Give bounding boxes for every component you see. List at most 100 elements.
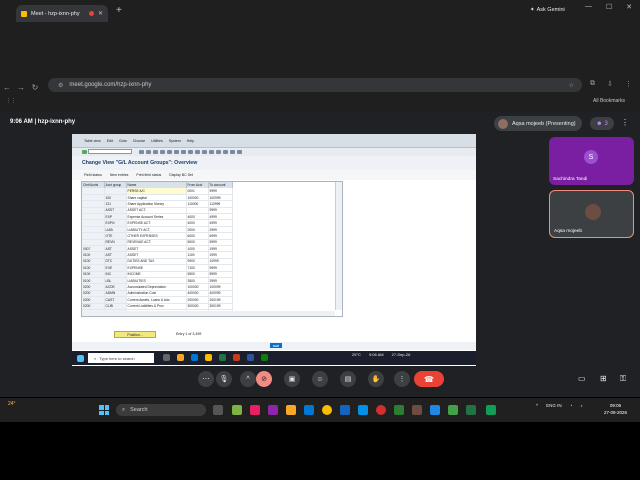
shortcut-icon[interactable] [223,150,228,154]
last-page-icon[interactable] [209,150,214,154]
tray-overflow-icon[interactable]: ^ [536,403,538,408]
new-session-icon[interactable] [216,150,221,154]
wifi-icon[interactable]: ◔ [570,403,573,408]
inner-search-box[interactable]: ⌕ Type here to search [88,353,154,363]
sap-app-button[interactable]: Display BC Set [169,173,193,177]
task-view-icon[interactable] [163,354,170,361]
save-icon[interactable] [139,150,144,154]
weather-widget[interactable]: 24° [8,401,16,407]
sap-command-field[interactable] [88,149,132,154]
task-view-icon[interactable] [213,405,223,415]
sap-menu-item[interactable]: Goto [119,139,127,143]
microphone-button[interactable]: 🎙 [216,371,232,387]
chrome-icon[interactable] [322,405,332,415]
layout-icon[interactable] [237,150,242,154]
app-icon[interactable] [394,405,404,415]
language-indicator[interactable]: ENG IN [546,403,562,408]
more-actions-button[interactable]: ⋮ [394,371,410,387]
copilot-icon[interactable] [250,405,260,415]
chat-icon[interactable]: ▭ [578,374,586,383]
enter-icon[interactable] [82,150,87,154]
participant-tile[interactable]: Aqsa mojeeb [549,190,634,238]
edge-beta-icon[interactable] [358,405,368,415]
camera-off-button[interactable]: ⊘ [256,371,272,387]
cancel-icon[interactable] [160,150,165,154]
maximize-icon[interactable]: ☐ [606,3,612,11]
menu-icon[interactable]: ⋮ [625,80,632,88]
sap-menu-item[interactable]: System [169,139,181,143]
sap-menu-item[interactable]: Utilities [151,139,163,143]
edge-icon[interactable] [304,405,314,415]
excel-icon[interactable] [219,354,226,361]
teams-icon[interactable] [268,405,278,415]
sap-app-button[interactable]: New entries [110,173,128,177]
sap-menu-item[interactable]: Help [187,139,194,143]
app-icon-4[interactable] [448,405,458,415]
sap-app-button[interactable]: Field status [84,173,102,177]
edge-icon[interactable] [191,354,198,361]
exit-icon[interactable] [153,150,158,154]
close-tab-icon[interactable]: ✕ [98,10,103,17]
taskbar-clock[interactable]: 09:06 27-09-2026 [604,402,627,416]
new-tab-icon[interactable]: + [116,5,122,16]
table-vertical-scrollbar[interactable] [335,182,342,310]
captions-button[interactable]: ▤ [340,371,356,387]
extensions-icon[interactable]: ⧉ [590,80,595,88]
all-bookmarks-link[interactable]: All Bookmarks [593,98,625,104]
host-controls-icon[interactable]: ⚿ [620,374,626,384]
inner-start-icon[interactable] [77,354,84,362]
browser-tab[interactable]: Meet - hzp-ixnn-phy ✕ [16,5,108,22]
powerpoint-icon[interactable] [233,354,240,361]
camera-options-icon[interactable]: ^ [240,371,256,387]
recorder-icon[interactable] [376,405,386,415]
table-horizontal-scrollbar[interactable] [82,311,335,316]
minimize-icon[interactable]: — [585,3,592,11]
back-icon[interactable]: ← [0,83,14,92]
sap-logon-icon[interactable] [261,354,268,361]
apps-icon[interactable]: ⋮⋮ [6,98,16,104]
position-button[interactable]: Position... [114,331,156,338]
ask-gemini-button[interactable]: ✦ Ask Gemini [530,4,574,16]
find-icon[interactable] [174,150,179,154]
next-page-icon[interactable] [202,150,207,154]
help-icon[interactable] [230,150,235,154]
close-window-icon[interactable]: ✕ [626,3,632,11]
excel-icon[interactable] [466,405,476,415]
more-options-button[interactable]: ⋯ [198,371,214,387]
prev-page-icon[interactable] [195,150,200,154]
address-bar[interactable]: ⚙ meet.google.com/hzp-ixnn-phy ☆ [48,78,582,92]
participant-tile[interactable]: S Sachindra Tandi [549,137,634,185]
app-icon-2[interactable] [412,405,422,415]
activities-icon[interactable]: ⊞ [600,374,607,383]
store-icon[interactable] [340,405,350,415]
find-next-icon[interactable] [181,150,186,154]
presenter-chip[interactable]: Aqsa mojeeb (Presenting) [494,116,582,131]
sap-app-button[interactable]: Print field status [136,173,161,177]
sap-menu-item[interactable]: Choose [133,139,145,143]
sap-menu-item[interactable]: Table view [84,139,101,143]
leave-call-button[interactable]: ☎ [414,371,444,387]
participants-chip[interactable]: ☻ 3 [590,117,614,130]
word-icon[interactable] [247,354,254,361]
emoji-button[interactable]: ☺ [312,371,328,387]
present-button[interactable]: ▣ [284,371,300,387]
bookmark-star-icon[interactable]: ☆ [569,82,574,89]
first-page-icon[interactable] [188,150,193,154]
site-info-icon[interactable]: ⚙ [58,82,63,89]
downloads-icon[interactable]: ⇩ [607,80,613,88]
raise-hand-button[interactable]: ✋ [368,371,384,387]
taskbar-search[interactable]: ⌕ Search [116,404,206,416]
file-explorer-icon[interactable] [177,354,184,361]
app-icon-3[interactable] [430,405,440,415]
forward-icon[interactable]: → [14,83,28,92]
widgets-icon[interactable] [232,405,242,415]
sap-icon[interactable] [486,405,496,415]
reload-icon[interactable]: ↻ [28,83,42,92]
more-options-icon[interactable]: ⋮ [621,118,629,127]
sap-menu-item[interactable]: Edit [107,139,113,143]
file-explorer-icon[interactable] [286,405,296,415]
start-button[interactable] [99,405,109,415]
volume-icon[interactable]: ♪ [580,403,582,408]
print-icon[interactable] [167,150,172,154]
back-icon[interactable] [146,150,151,154]
